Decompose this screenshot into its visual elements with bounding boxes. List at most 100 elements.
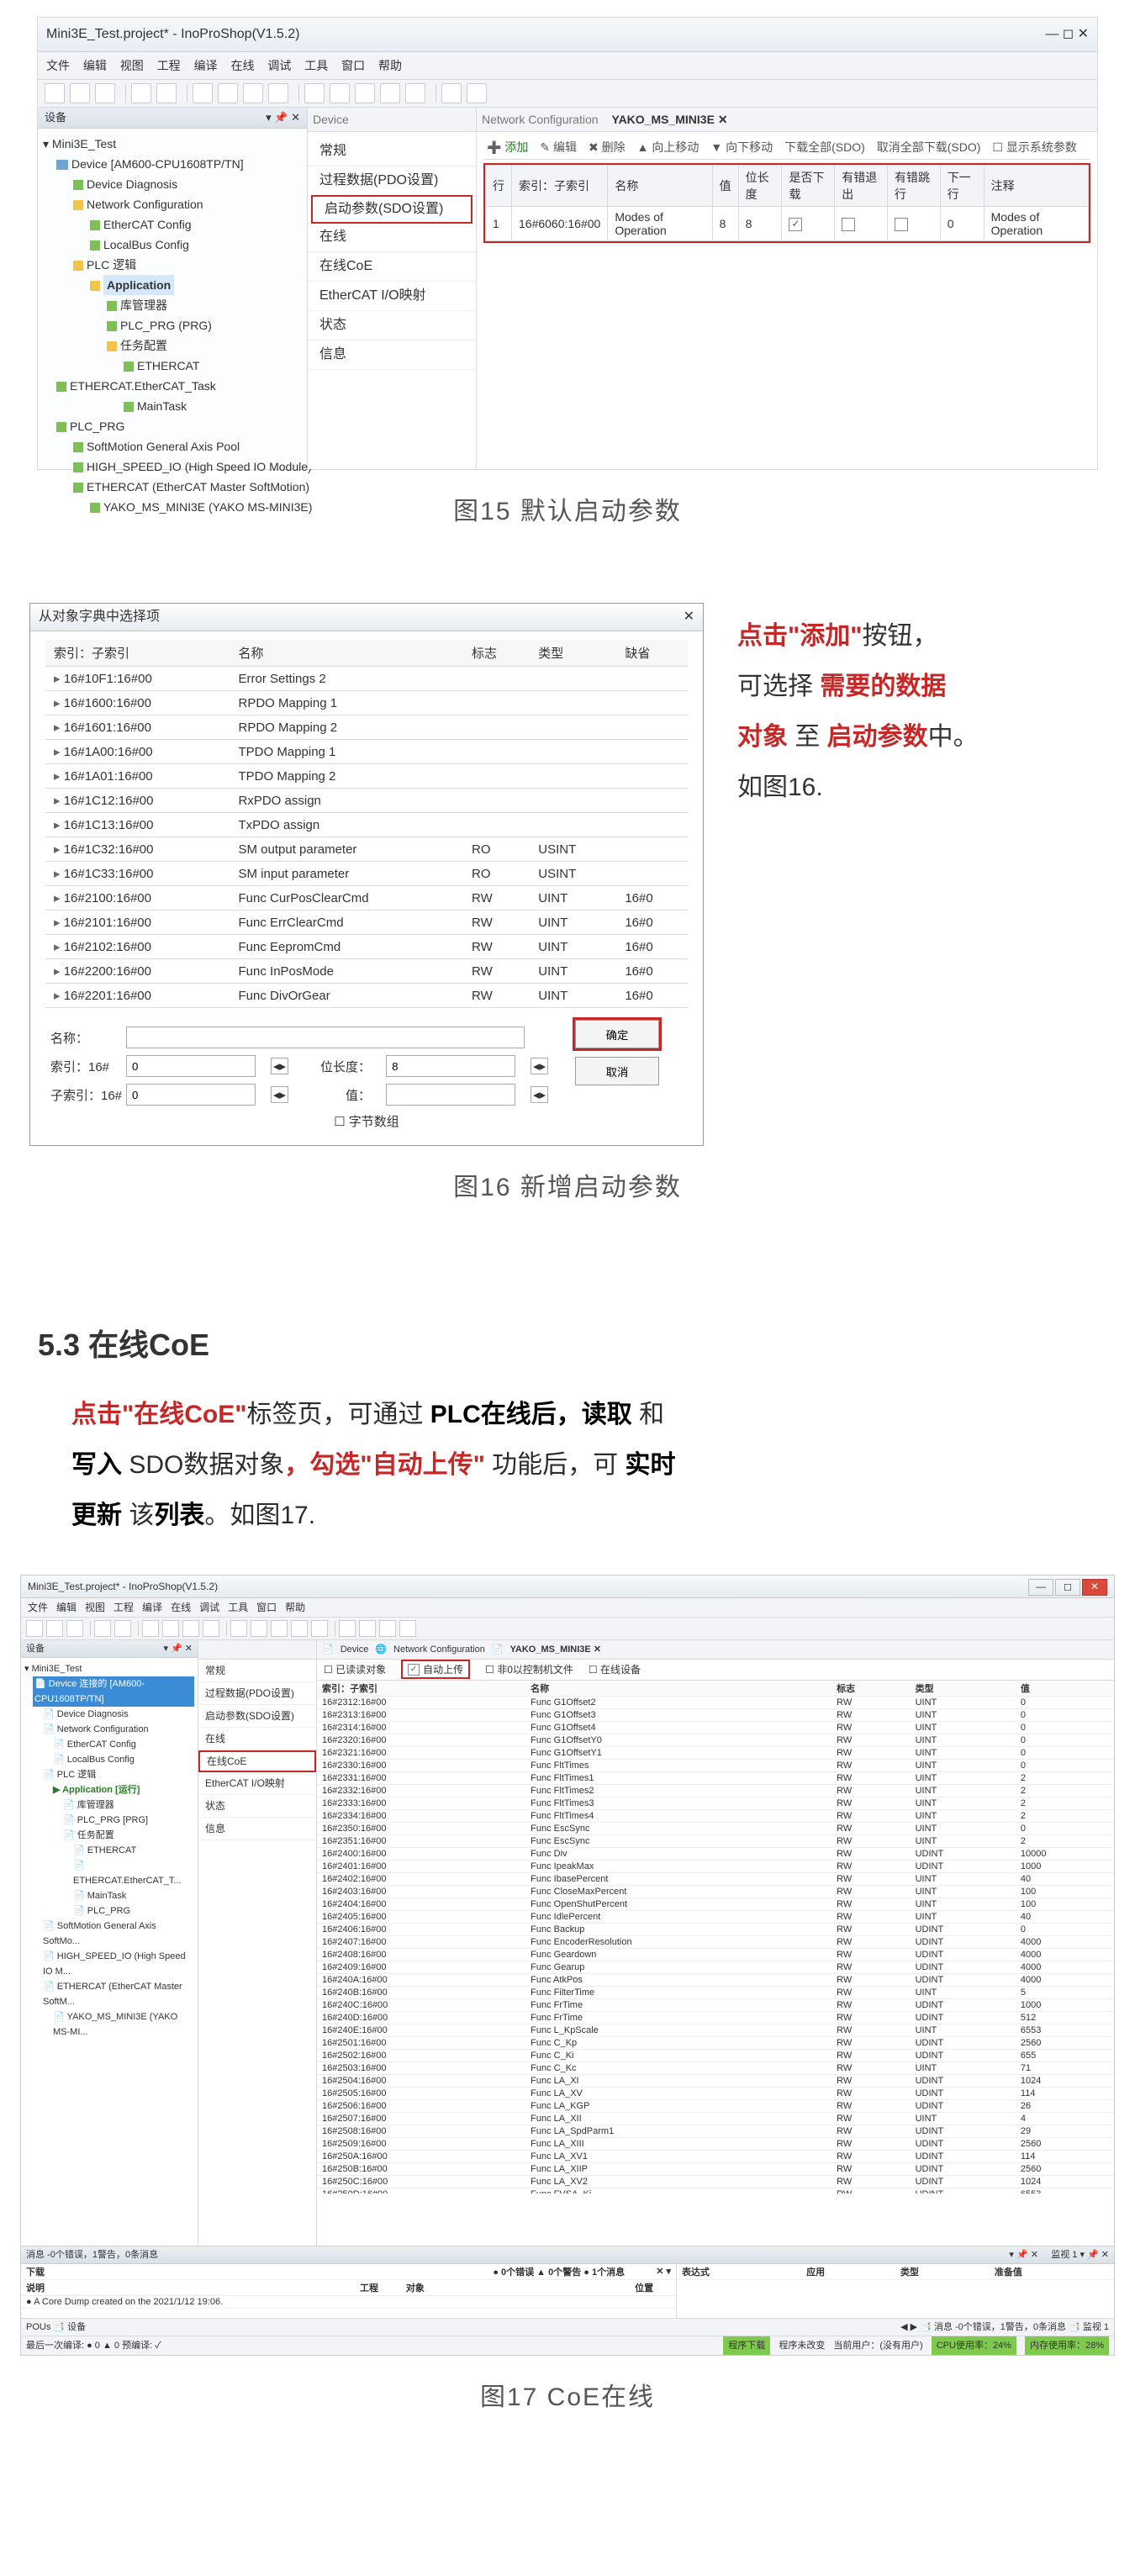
table-row[interactable]: 16#2509:16#00Func LA_XIIIRWUDINT2560 [317, 2137, 1114, 2150]
table-row[interactable]: 16#2321:16#00Func G1OffsetY1RWUINT0 [317, 1746, 1114, 1759]
byte-array-check[interactable]: ☐ 字节数组 [50, 1112, 683, 1130]
menu-bar[interactable]: 文件 编辑 视图 工程 编译 在线 调试 工具 窗口 帮助 [38, 52, 1097, 80]
index-input[interactable] [126, 1055, 256, 1077]
subindex-input[interactable] [126, 1084, 256, 1106]
table-row[interactable]: 16#2102:16#00Func EepromCmdRWUINT16#0 [45, 935, 688, 959]
side-tab[interactable]: 信息 [308, 340, 476, 370]
value-input[interactable] [386, 1084, 515, 1106]
tree-node[interactable]: 📄 MainTask [24, 1888, 194, 1903]
toolbar-icon[interactable] [162, 1620, 179, 1637]
table-row[interactable]: 16#2403:16#00Func CloseMaxPercentRWUINT1… [317, 1885, 1114, 1898]
side-tab[interactable]: EtherCAT I/O映射 [308, 282, 476, 311]
toolbar-icon[interactable] [251, 1620, 267, 1637]
toolbar-icon[interactable] [339, 1620, 356, 1637]
tree-node[interactable]: 任务配置 [43, 335, 302, 356]
side-tab[interactable]: 过程数据(PDO设置) [308, 166, 476, 196]
toolbar-icon[interactable] [441, 83, 462, 103]
table-row[interactable]: 16#2504:16#00Func LA_XIRWUDINT1024 [317, 2074, 1114, 2087]
table-row[interactable]: 16#2334:16#00Func FltTimes4RWUINT2 [317, 1809, 1114, 1822]
bottom-tabs-right[interactable]: ◀ ▶ 📑 消息 -0个错误，1警告，0条消息 📑 监视 1 [900, 2319, 1109, 2336]
tree-node[interactable]: 📄 Network Configuration [24, 1722, 194, 1737]
tree-node[interactable]: 📄 EtherCAT Config [24, 1737, 194, 1752]
tree-node[interactable]: 📄 PLC_PRG [PRG] [24, 1813, 194, 1828]
tree-node[interactable]: PLC 逻辑 [43, 255, 302, 275]
download-all-button[interactable]: 下载全部(SDO) [784, 135, 865, 159]
edit-button[interactable]: ✎ 编辑 [540, 135, 577, 159]
table-row[interactable]: 16#1A00:16#00TPDO Mapping 1 [45, 740, 688, 764]
device-tree[interactable]: ▾ Mini3E_Test📄 Device 连接的 [AM600-CPU1608… [21, 1658, 198, 2043]
tree-node[interactable]: 📄 ETHERCAT.EtherCAT_T... [24, 1858, 194, 1888]
tree-node[interactable]: 📄 LocalBus Config [24, 1752, 194, 1767]
menu-item[interactable]: 编辑 [56, 1602, 77, 1613]
toolbar-icon[interactable] [355, 83, 375, 103]
table-row[interactable]: 16#2505:16#00Func LA_XVRWUDINT114 [317, 2087, 1114, 2099]
table-row[interactable]: 16#2405:16#00Func IdlePercentRWUINT40 [317, 1910, 1114, 1923]
table-row[interactable]: 16#250A:16#00Func LA_XV1RWUDINT114 [317, 2150, 1114, 2162]
table-row[interactable]: 16#2333:16#00Func FltTimes3RWUINT2 [317, 1797, 1114, 1809]
table-row[interactable]: 16#10F1:16#00Error Settings 2 [45, 667, 688, 691]
toolbar-icon[interactable] [304, 83, 325, 103]
toolbar-icon[interactable] [95, 83, 115, 103]
table-row[interactable]: 16#1C13:16#00TxPDO assign [45, 813, 688, 837]
toolbar-icon[interactable] [193, 83, 213, 103]
tree-node[interactable]: Device Diagnosis [43, 174, 302, 194]
action-bar[interactable]: ➕ 添加 ✎ 编辑 ✖ 删除 ▲ 向上移动 ▼ 向下移动 下载全部(SDO) 取… [483, 135, 1090, 160]
side-tab[interactable]: EtherCAT I/O映射 [198, 1772, 316, 1795]
tree-node[interactable]: EtherCAT Config [43, 214, 302, 235]
table-row[interactable]: 16#2503:16#00Func C_KcRWUINT71 [317, 2061, 1114, 2074]
table-row[interactable]: 16#2101:16#00Func ErrClearCmdRWUINT16#0 [45, 911, 688, 935]
editor-tabs[interactable]: Device [308, 108, 476, 132]
toolbar-icon[interactable] [271, 1620, 288, 1637]
cancel-download-button[interactable]: 取消全部下载(SDO) [877, 135, 981, 159]
table-row[interactable]: 16#240E:16#00Func L_KpScaleRWUINT6553 [317, 2024, 1114, 2036]
menu-online[interactable]: 在线 [230, 59, 254, 72]
toolbar-icon[interactable] [230, 1620, 247, 1637]
pous-tab[interactable]: POUs 📑 设备 [26, 2322, 86, 2332]
move-down-button[interactable]: ▼ 向下移动 [710, 135, 773, 159]
toolbar-icon[interactable] [399, 1620, 416, 1637]
table-row[interactable]: 16#2320:16#00Func G1OffsetY0RWUINT0 [317, 1734, 1114, 1746]
side-tab[interactable]: 状态 [198, 1795, 316, 1818]
toolbar-icon[interactable] [203, 1620, 219, 1637]
menu-item[interactable]: 编译 [142, 1602, 162, 1613]
table-row[interactable]: 16#2402:16#00Func IbasePercentRWUINT40 [317, 1872, 1114, 1885]
ok-button[interactable]: 确定 [575, 1020, 659, 1048]
toolbar-icon[interactable] [94, 1620, 111, 1637]
toolbar-icon[interactable] [26, 1620, 43, 1637]
table-row[interactable]: 16#2351:16#00Func EscSyncRWUINT2 [317, 1834, 1114, 1847]
table-row[interactable]: 16#2313:16#00Func G1Offset3RWUINT0 [317, 1708, 1114, 1721]
table-row[interactable]: 16#2408:16#00Func GeardownRWUDINT4000 [317, 1948, 1114, 1961]
table-row[interactable]: 16#240C:16#00Func FrTimeRWUDINT1000 [317, 1998, 1114, 2011]
menu-item[interactable]: 工具 [228, 1602, 248, 1613]
tree-node[interactable]: 📄 HIGH_SPEED_IO (High Speed IO M... [24, 1949, 194, 1979]
side-tab[interactable]: 在线 [308, 223, 476, 252]
toolbar-icon[interactable] [218, 83, 238, 103]
toolbar-icon[interactable] [46, 1620, 63, 1637]
tree-node[interactable]: 📄 YAKO_MS_MINI3E (YAKO MS-MI... [24, 2009, 194, 2040]
table-row[interactable]: 16#2407:16#00Func EncoderResolutionRWUDI… [317, 1935, 1114, 1948]
toolbar-icon[interactable] [359, 1620, 376, 1637]
toolbar-icon[interactable] [131, 83, 151, 103]
menu-item[interactable]: 视图 [85, 1602, 105, 1613]
table-row[interactable]: 16#2201:16#00Func DivOrGearRWUINT16#0 [45, 984, 688, 1008]
table-row[interactable]: 16#1601:16#00RPDO Mapping 2 [45, 715, 688, 740]
read-objects-check[interactable]: ☐ 已读读对象 [324, 1662, 386, 1676]
side-tab-online-coe[interactable]: 在线CoE [198, 1750, 316, 1772]
tree-node[interactable]: PLC_PRG [43, 416, 302, 436]
table-row[interactable]: 16#1600:16#00RPDO Mapping 1 [45, 691, 688, 715]
table-row[interactable]: 16#250B:16#00Func LA_XIIPRWUDINT2560 [317, 2162, 1114, 2175]
menu-edit[interactable]: 编辑 [83, 59, 107, 72]
toolbar-icon[interactable] [243, 83, 263, 103]
tab-yako[interactable]: YAKO_MS_MINI3E ✕ [510, 1644, 601, 1655]
table-row[interactable]: 16#240D:16#00Func FrTimeRWUDINT512 [317, 2011, 1114, 2024]
tab-network[interactable]: Network Configuration [393, 1644, 485, 1655]
side-tab[interactable]: 常规 [198, 1660, 316, 1682]
table-row[interactable]: 16#2507:16#00Func LA_XIIRWUINT4 [317, 2112, 1114, 2125]
tree-node[interactable]: 📄 库管理器 [24, 1797, 194, 1813]
table-row[interactable]: 16#2502:16#00Func C_KiRWUDINT655 [317, 2049, 1114, 2061]
tree-node[interactable]: 📄 ETHERCAT [24, 1843, 194, 1858]
table-row[interactable]: 16#250C:16#00Func LA_XV2RWUDINT1024 [317, 2175, 1114, 2188]
toolbar-icon[interactable] [114, 1620, 131, 1637]
table-row[interactable]: 16#1C32:16#00SM output parameterROUSINT [45, 837, 688, 862]
tree-node[interactable]: ETHERCAT [43, 356, 302, 376]
